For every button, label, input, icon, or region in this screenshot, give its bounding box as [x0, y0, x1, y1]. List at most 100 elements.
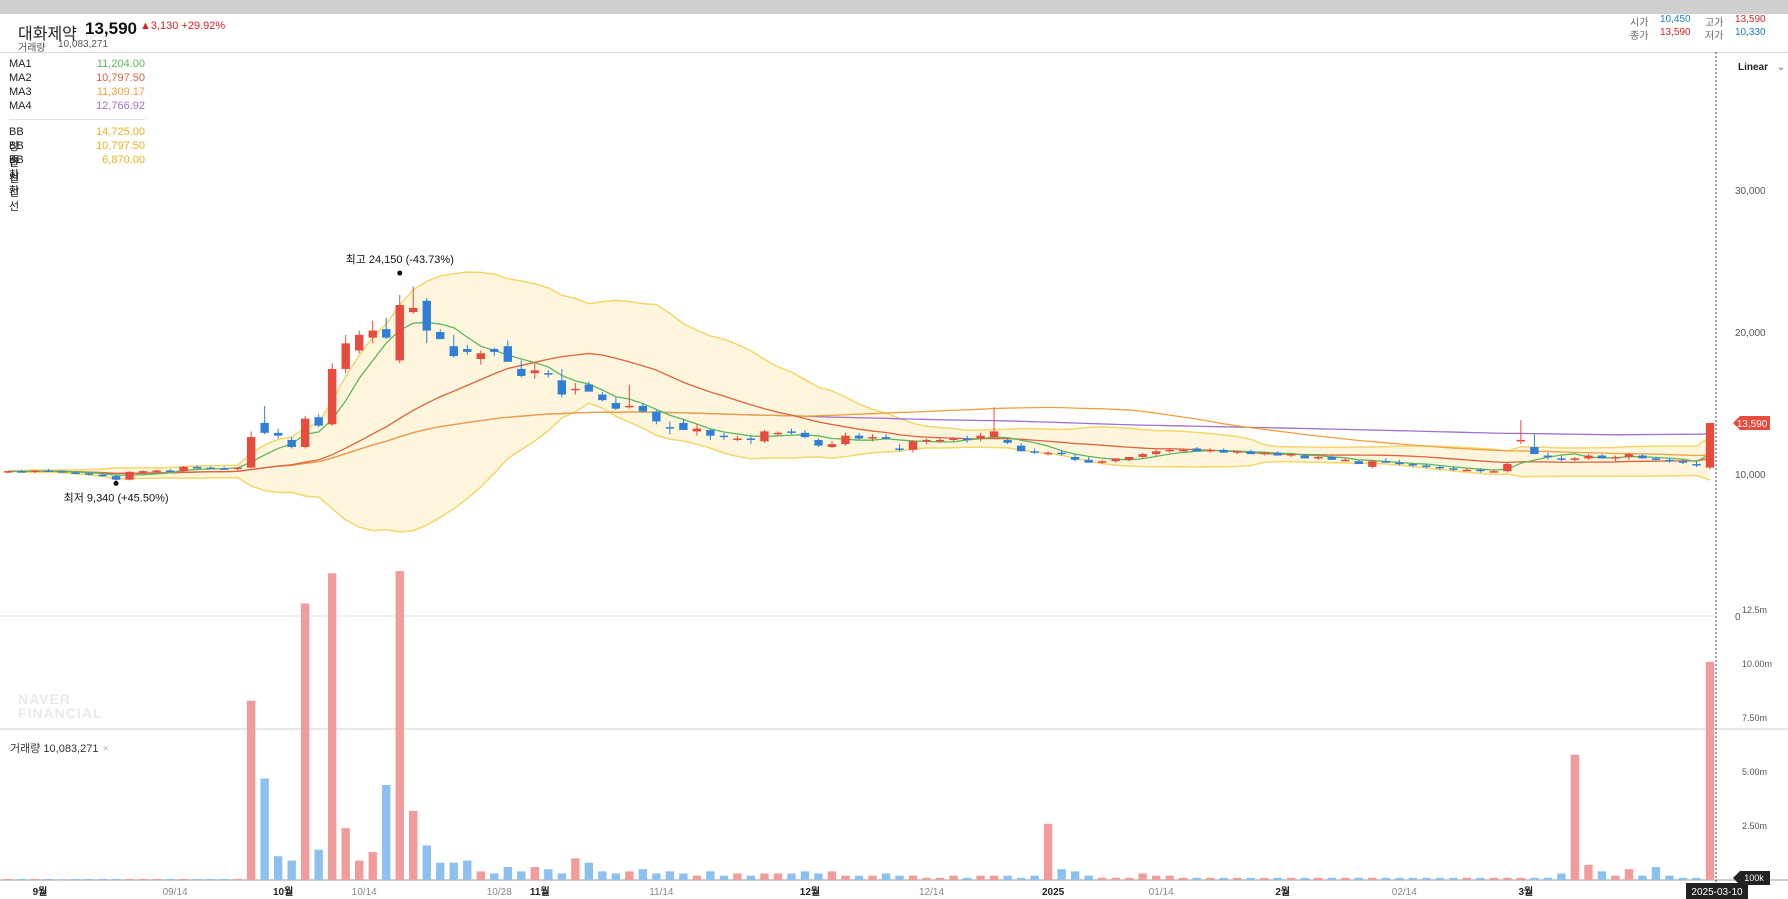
volume-bar	[1557, 873, 1566, 880]
candle-body	[341, 343, 350, 369]
candle	[179, 466, 188, 472]
volume-bar	[1516, 877, 1526, 880]
candle	[908, 439, 918, 453]
candle-body	[1016, 445, 1026, 452]
volume-bar	[44, 878, 53, 880]
candle-body	[1070, 456, 1080, 460]
volume-bar	[1111, 877, 1120, 880]
candle-body	[935, 439, 945, 442]
volume-bar	[1381, 877, 1390, 880]
volume-bar	[841, 875, 850, 880]
candle	[760, 429, 769, 443]
volume-bar	[787, 873, 796, 880]
volume-bar	[1489, 877, 1499, 880]
x-tick-label: 01/14	[1149, 887, 1174, 898]
candle-body	[1368, 461, 1377, 467]
candle-body	[962, 438, 972, 440]
volume-bar	[1476, 877, 1485, 880]
x-tick-label: 9월	[33, 886, 48, 898]
candle-body	[530, 370, 539, 374]
candle-body	[1665, 459, 1674, 462]
candle-body	[382, 329, 391, 338]
candle-body	[1138, 454, 1147, 457]
volume-bar	[1097, 877, 1107, 880]
volume-bar	[463, 860, 472, 880]
candle-body	[422, 300, 431, 331]
volume-bar	[584, 862, 594, 880]
candle-body	[692, 428, 702, 432]
volume-bar	[1611, 875, 1620, 880]
candle-body	[638, 405, 648, 412]
volume-bar	[1030, 875, 1039, 880]
volume-bar	[1422, 877, 1431, 880]
volume-bar	[1016, 877, 1026, 880]
price-tick-label: 0	[1735, 612, 1741, 623]
candle-body	[1395, 462, 1404, 465]
volume-bar	[908, 875, 918, 880]
volume-bar	[1354, 877, 1363, 880]
low-annotation: 최저 9,340 (+45.50%)	[64, 491, 169, 504]
volume-bar	[476, 871, 485, 880]
candle-body	[409, 307, 418, 313]
volume-bar	[138, 878, 148, 880]
volume-bar	[1449, 877, 1458, 880]
volume-bar	[1124, 877, 1134, 880]
price-chart[interactable]: 0 10,000 20,000 30,000 2.50m 5.00m 7.50m 10.00m…	[0, 14, 1788, 899]
candle-body	[206, 467, 215, 470]
candle-body	[1165, 449, 1174, 452]
volume-bar	[1503, 877, 1512, 880]
candle-body	[246, 437, 256, 468]
volume-tick-label: 10.00m	[1742, 659, 1772, 669]
volume-bar	[517, 871, 526, 880]
volume-bar	[246, 700, 256, 880]
volume-bar	[1260, 877, 1269, 880]
volume-bar	[314, 849, 323, 880]
x-tick-label: 2025	[1042, 887, 1065, 898]
volume-bar	[895, 875, 904, 880]
volume-bar	[854, 875, 864, 880]
candle-body	[1179, 449, 1188, 452]
volume-bar	[300, 603, 310, 880]
volume-bar	[1300, 877, 1309, 880]
candle-body	[1192, 448, 1201, 452]
volume-bar	[625, 871, 634, 880]
candle-body	[1354, 461, 1363, 465]
volume-bar	[1151, 875, 1161, 880]
volume-bar	[557, 873, 567, 880]
volume-bar	[868, 875, 877, 880]
candle-body	[1503, 464, 1512, 472]
volume-bar	[436, 862, 445, 880]
candle-body	[868, 437, 877, 439]
volume-bar	[935, 877, 945, 880]
volume-bar	[1219, 877, 1228, 880]
price-tick-label: 10,000	[1735, 470, 1766, 481]
volume-bar	[1638, 875, 1647, 880]
candle-body	[219, 468, 229, 470]
candle	[246, 431, 256, 469]
candle-body	[314, 417, 323, 426]
candle-body	[1124, 456, 1134, 460]
candle-body	[1692, 464, 1701, 466]
volume-bar	[1543, 877, 1553, 880]
volume-bar	[409, 810, 418, 880]
candle-body	[1638, 455, 1647, 459]
candle-body	[773, 432, 783, 435]
candle-body	[1435, 466, 1445, 469]
candle-body	[300, 418, 310, 448]
volume-bar	[638, 869, 648, 880]
volume-bar	[1341, 877, 1350, 880]
candle-body	[1111, 458, 1120, 462]
bollinger-band-area	[8, 272, 1710, 532]
volume-bar	[746, 875, 756, 880]
volume-tick-label: 12.5m	[1742, 605, 1767, 615]
candle-body	[328, 368, 337, 425]
candle-body	[192, 466, 202, 469]
candle-body	[1327, 456, 1336, 460]
volume-tick-label: 7.50m	[1742, 713, 1767, 723]
candle-body	[517, 368, 526, 377]
volume-bar	[490, 873, 499, 880]
volume-bar	[355, 860, 364, 880]
candle-body	[1273, 452, 1282, 456]
candle-body	[652, 411, 661, 422]
candle-body	[1341, 459, 1350, 462]
